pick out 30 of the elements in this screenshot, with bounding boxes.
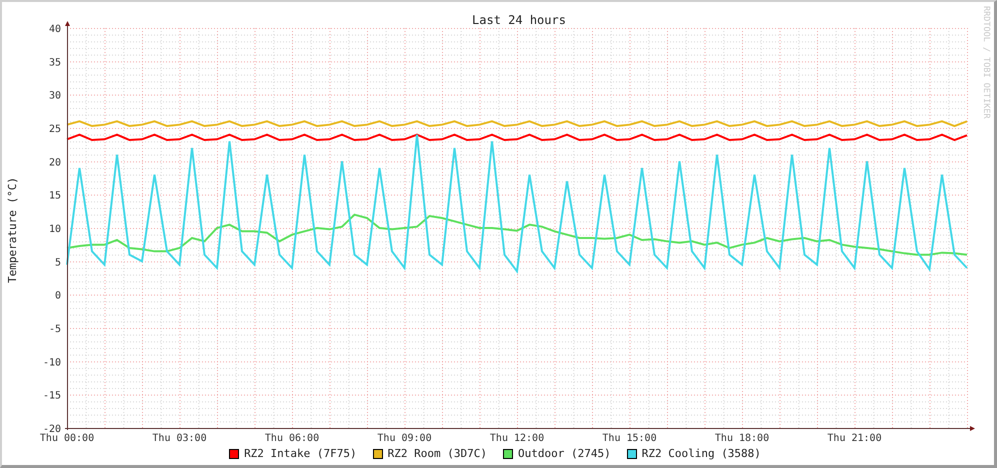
legend-label: Outdoor (2745) [518, 448, 611, 459]
y-tick-label: 30 [48, 90, 61, 102]
x-tick-label: Thu 21:00 [827, 433, 882, 444]
y-tick-label: 10 [48, 224, 61, 235]
y-tick-label: 40 [48, 24, 61, 35]
legend-label: RZ2 Intake (7F75) [244, 448, 357, 459]
x-tick-label: Thu 15:00 [602, 433, 657, 444]
x-tick-label: Thu 00:00 [40, 433, 94, 444]
y-tick-label: 5 [54, 257, 61, 268]
x-tick-label: Thu 12:00 [490, 433, 544, 444]
y-tick-label: 15 [48, 190, 61, 202]
legend-swatch [626, 448, 637, 458]
y-tick-label: 20 [48, 157, 61, 168]
legend-swatch [503, 448, 513, 458]
x-tick-label: Thu 09:00 [377, 433, 432, 444]
legend-swatch [372, 448, 383, 458]
y-tick-label: 0 [54, 290, 61, 302]
y-tick-label: -15 [42, 390, 61, 402]
y-tick-label: 35 [48, 57, 61, 68]
legend-label: RZ2 Room (3D7C) [388, 448, 487, 459]
y-tick-label: -5 [48, 324, 61, 335]
y-tick-label: -10 [42, 357, 61, 368]
x-tick-label: Thu 06:00 [264, 433, 320, 444]
y-tick-label: 25 [48, 124, 61, 135]
chart-title: Last 24 hours [472, 13, 566, 27]
y-axis-label: Temperature (°C) [6, 177, 19, 283]
legend-swatch [229, 448, 240, 458]
x-tick-label: Thu 18:00 [714, 433, 770, 444]
legend-label: RZ2 Cooling (3588) [642, 448, 761, 459]
x-tick-label: Thu 03:00 [152, 433, 207, 444]
